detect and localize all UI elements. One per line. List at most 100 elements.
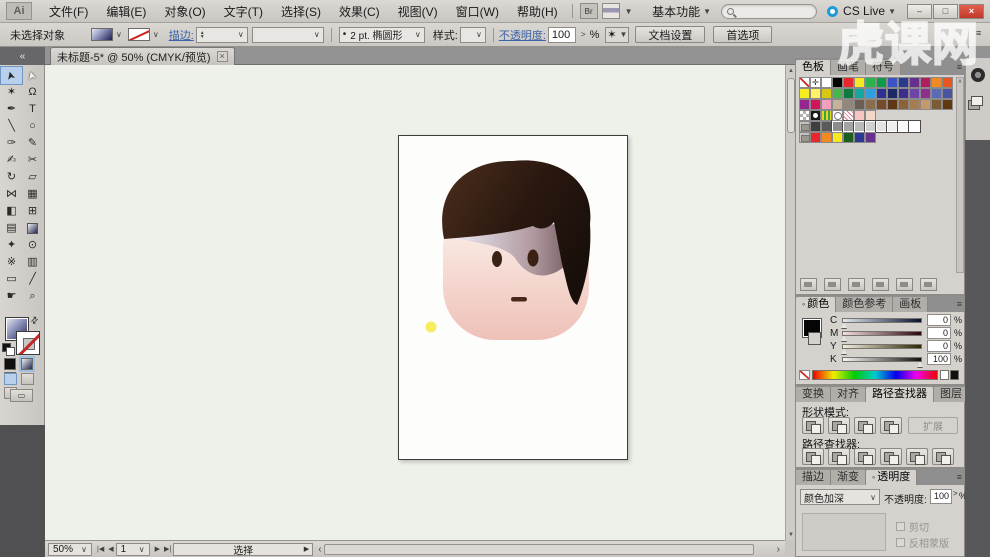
document-setup-button[interactable]: 文档设置 (635, 26, 705, 43)
black-value[interactable]: 100 (927, 353, 951, 365)
clip-checkbox[interactable] (896, 522, 905, 531)
swatch[interactable] (810, 132, 821, 143)
swatch[interactable] (887, 99, 898, 110)
menu-file[interactable]: 文件(F) (40, 1, 97, 22)
ellipse-tool[interactable]: ○ (22, 118, 43, 135)
selection-tool[interactable]: ➤ (1, 67, 22, 84)
swatch[interactable] (942, 88, 953, 99)
rotate-tool[interactable]: ↻ (1, 169, 22, 186)
swatch[interactable] (876, 121, 887, 132)
preferences-button[interactable]: 首选项 (713, 26, 772, 43)
menu-help[interactable]: 帮助(H) (508, 1, 567, 22)
swatch[interactable] (832, 77, 843, 88)
swatch[interactable] (865, 132, 876, 143)
swatch[interactable] (931, 99, 942, 110)
minus-front-button[interactable] (828, 417, 850, 434)
default-fill-stroke-icon[interactable] (2, 343, 14, 354)
swatch[interactable] (876, 99, 887, 110)
swatch[interactable] (832, 99, 843, 110)
menu-edit[interactable]: 编辑(E) (97, 1, 155, 22)
yellow-value[interactable]: 0 (927, 340, 951, 352)
swatch[interactable] (865, 110, 876, 121)
document-tab[interactable]: 未标题-5* @ 50% (CMYK/预览) × (50, 47, 235, 65)
search-input[interactable] (721, 4, 817, 19)
tab-stroke[interactable]: 描边 (796, 470, 831, 485)
line-segment-tool[interactable]: ╲ (1, 118, 22, 135)
tab-transform[interactable]: 变换 (796, 387, 831, 402)
stripe-swatch[interactable] (821, 110, 832, 121)
swatch[interactable] (821, 132, 832, 143)
select-similar-button[interactable]: ✶ ▼ (605, 27, 629, 43)
swatch[interactable] (931, 77, 942, 88)
folder-swatch[interactable] (799, 132, 810, 143)
circle-swatch[interactable] (832, 110, 843, 121)
workspace-switcher[interactable]: 基本功能 ▼ (652, 3, 711, 20)
prev-artboard-icon[interactable]: ◀ (108, 545, 113, 553)
artboard-select[interactable]: 1 ∨ (116, 543, 150, 556)
hatch-swatch[interactable] (843, 110, 854, 121)
swatch[interactable] (865, 77, 876, 88)
black-slider[interactable] (842, 357, 922, 362)
lasso-tool[interactable]: Ω (22, 84, 43, 101)
swatch[interactable] (909, 121, 920, 132)
blend-tool[interactable]: ⊙ (22, 237, 43, 254)
stroke-link[interactable]: 描边: (169, 27, 194, 43)
arrange-documents-icon[interactable] (602, 3, 620, 19)
swatch[interactable] (854, 77, 865, 88)
horizontal-scroll-thumb[interactable] (324, 544, 754, 555)
draw-behind-button[interactable] (21, 373, 34, 385)
spinner-icon[interactable]: > (953, 489, 958, 498)
swatch[interactable] (843, 88, 854, 99)
perspective-grid-tool[interactable]: ⊞ (22, 203, 43, 220)
swatch[interactable] (799, 88, 810, 99)
cyan-value[interactable]: 0 (927, 314, 951, 326)
blend-mode-select[interactable]: 颜色加深 ∨ (800, 489, 880, 505)
free-transform-tool[interactable]: ▦ (22, 186, 43, 203)
screen-mode-button[interactable]: ▭ (10, 389, 33, 402)
magenta-slider[interactable] (842, 331, 922, 336)
paintbrush-tool[interactable]: ✑ (1, 135, 22, 152)
magic-wand-tool[interactable]: ✶ (1, 84, 22, 101)
swatch[interactable] (865, 88, 876, 99)
swatch[interactable] (832, 132, 843, 143)
maximize-button[interactable]: □ (933, 4, 958, 19)
vertical-scroll-thumb[interactable] (787, 78, 795, 133)
stroke-weight-combo[interactable]: ▲▼ ∨ (196, 27, 248, 43)
transparency-opacity-input[interactable]: 100 (930, 489, 952, 504)
menu-effect[interactable]: 效果(C) (330, 1, 389, 22)
minimize-button[interactable]: – (907, 4, 932, 19)
pencil-tool[interactable]: ✎ (22, 135, 43, 152)
artboard-tool[interactable]: ▭ (1, 271, 22, 288)
collapsed-swatches-icon[interactable] (971, 96, 983, 106)
swatch[interactable] (876, 88, 887, 99)
swatch[interactable] (821, 88, 832, 99)
type-tool[interactable]: T (22, 101, 43, 118)
chevron-down-icon[interactable]: ∨ (116, 30, 122, 39)
swatch[interactable] (920, 88, 931, 99)
brush-combo[interactable]: 2 pt. 椭圆形 ∨ (339, 27, 425, 43)
panel-menu-icon[interactable]: ≡ (957, 297, 962, 312)
tab-close-icon[interactable]: × (217, 51, 228, 62)
dot-swatch[interactable] (810, 110, 821, 121)
yellow-slider[interactable] (842, 344, 922, 349)
intersect-button[interactable] (854, 417, 876, 434)
trim-button[interactable] (828, 448, 850, 465)
draw-normal-button[interactable] (4, 373, 17, 385)
swatch[interactable] (931, 88, 942, 99)
swatch[interactable] (843, 99, 854, 110)
swatch[interactable] (843, 132, 854, 143)
spectrum-none-swatch[interactable] (799, 370, 810, 380)
menu-type[interactable]: 文字(T) (215, 1, 272, 22)
gradient-button[interactable] (21, 358, 33, 370)
color-themes-icon[interactable] (971, 68, 985, 82)
first-artboard-icon[interactable]: |◀ (97, 545, 104, 553)
unite-button[interactable] (802, 417, 824, 434)
menu-view[interactable]: 视图(V) (389, 1, 447, 22)
stroke-color-swatch[interactable] (128, 28, 150, 41)
direct-selection-tool[interactable]: ➤ (22, 67, 43, 84)
swatch[interactable] (942, 77, 953, 88)
swatch-kinds-menu-button[interactable] (824, 278, 841, 291)
tab-symbols[interactable]: 符号 (866, 60, 901, 75)
swatch[interactable] (810, 88, 821, 99)
swatch[interactable] (854, 88, 865, 99)
